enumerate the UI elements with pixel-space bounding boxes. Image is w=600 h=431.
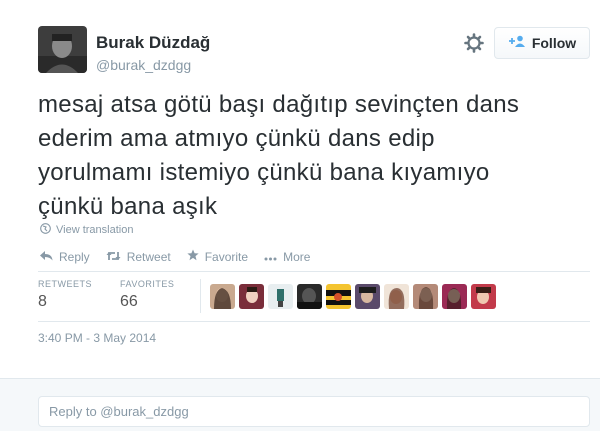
tweet-card: Burak Düzdağ @burak_dzdgg Follow mesaj a… xyxy=(0,0,600,378)
view-translation-label: View translation xyxy=(56,224,134,236)
favorite-label: Favorite xyxy=(204,249,249,264)
favoriter-avatar[interactable] xyxy=(384,284,409,309)
follow-button[interactable]: Follow xyxy=(494,27,590,59)
favoriter-avatar[interactable] xyxy=(239,284,264,309)
tweet-actions: Reply Retweet Favorite More xyxy=(40,249,326,264)
favoriter-avatar[interactable] xyxy=(210,284,235,309)
globe-icon xyxy=(40,221,51,239)
tweet-line: ederim ama atmıyo çünkü dans edip xyxy=(38,125,435,152)
retweets-stat[interactable]: RETWEETS 8 xyxy=(38,279,92,311)
tweet-line: çünkü bana aşık xyxy=(38,193,218,220)
reply-input[interactable]: Reply to @burak_dzdgg xyxy=(38,396,590,427)
more-button[interactable]: More xyxy=(264,250,310,264)
add-user-icon xyxy=(508,34,526,52)
favoriter-avatar[interactable] xyxy=(413,284,438,309)
user-handle[interactable]: @burak_dzdgg xyxy=(96,57,191,73)
avatar[interactable] xyxy=(38,26,87,73)
retweet-button[interactable]: Retweet xyxy=(106,250,171,264)
more-icon xyxy=(264,250,277,264)
tweet-text: mesaj atsa götü başı dağıtıp sevinçten d… xyxy=(38,88,578,224)
view-translation-link[interactable]: View translation xyxy=(40,221,133,239)
favoriters-avatars xyxy=(210,284,496,309)
reply-button[interactable]: Reply xyxy=(40,250,90,264)
tweet-timestamp[interactable]: 3:40 PM - 3 May 2014 xyxy=(38,331,156,345)
retweet-label: Retweet xyxy=(126,249,171,264)
retweets-label: RETWEETS xyxy=(38,279,93,289)
favoriter-avatar[interactable] xyxy=(297,284,322,309)
star-icon xyxy=(187,249,199,264)
user-name[interactable]: Burak Düzdağ xyxy=(96,33,210,53)
favorite-button[interactable]: Favorite xyxy=(187,249,248,264)
divider xyxy=(38,321,590,322)
follow-label: Follow xyxy=(531,35,577,51)
favorites-label: FAVORITES xyxy=(120,279,175,289)
favorites-stat[interactable]: FAVORITES 66 xyxy=(120,279,174,311)
more-label: More xyxy=(283,249,311,264)
retweet-icon xyxy=(106,250,121,264)
tweet-line: yorulmamı istemiyo çünkü bana kıyamıyo xyxy=(38,159,490,186)
favoriter-avatar[interactable] xyxy=(326,284,351,309)
favoriter-avatar[interactable] xyxy=(471,284,496,309)
reply-icon xyxy=(40,250,53,264)
favoriter-avatar[interactable] xyxy=(355,284,380,309)
tweet-line: mesaj atsa götü başı dağıtıp sevinçten d… xyxy=(38,91,520,118)
retweets-count: 8 xyxy=(38,293,47,310)
reply-label: Reply xyxy=(59,249,90,264)
divider xyxy=(38,271,590,272)
gear-icon[interactable] xyxy=(464,33,484,53)
favorites-count: 66 xyxy=(120,293,138,310)
reply-area: Reply to @burak_dzdgg xyxy=(0,378,600,431)
favoriter-avatar[interactable] xyxy=(442,284,467,309)
favoriter-avatar[interactable] xyxy=(268,284,293,309)
stats-divider xyxy=(200,279,201,313)
